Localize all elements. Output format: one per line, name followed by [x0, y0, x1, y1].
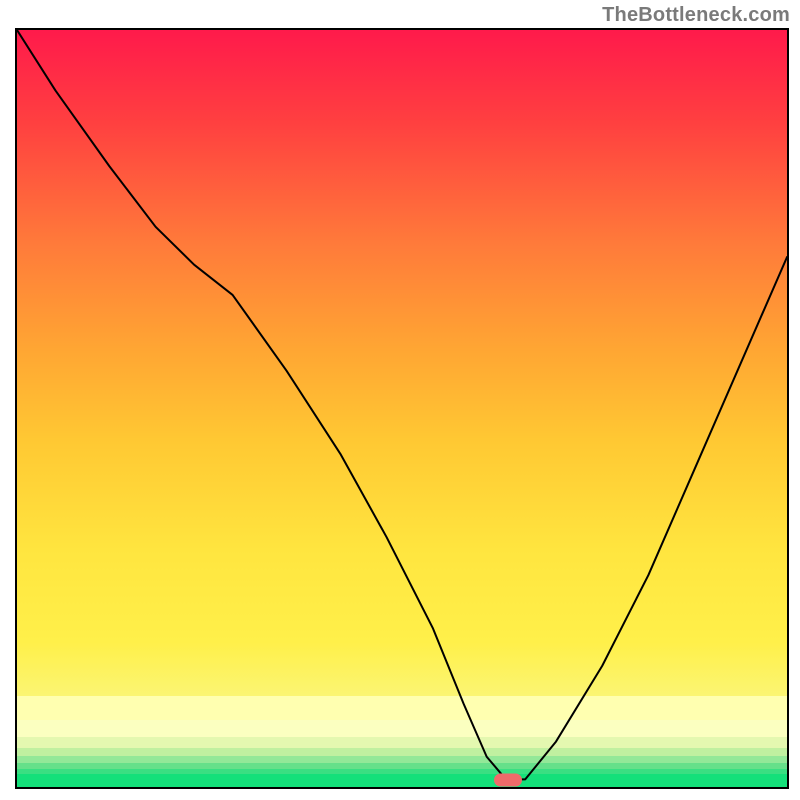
- plot-area: [15, 28, 789, 789]
- highlight-marker: [494, 774, 522, 787]
- curve-layer: [17, 30, 787, 787]
- chart-stage: TheBottleneck.com: [0, 0, 800, 800]
- bottleneck-curve: [17, 30, 787, 779]
- watermark-text: TheBottleneck.com: [602, 4, 790, 27]
